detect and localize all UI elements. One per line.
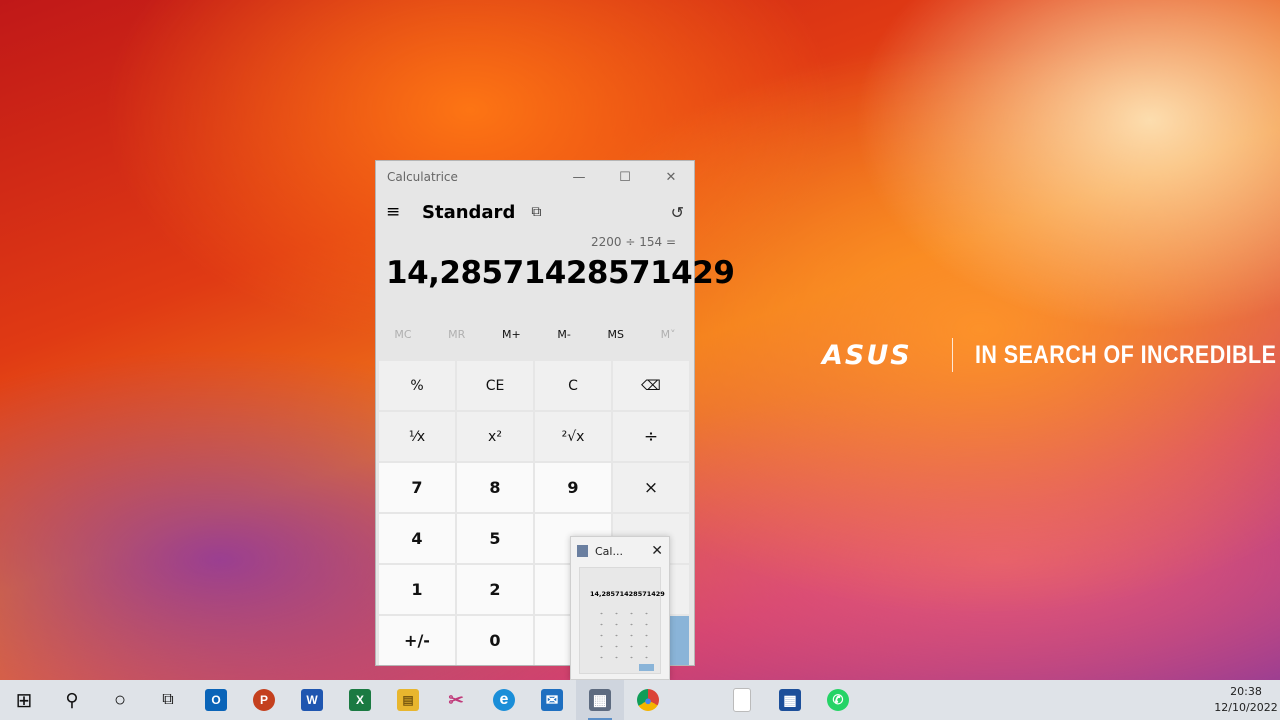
memory-recall-button[interactable]: MR — [448, 328, 465, 341]
memory-store-button[interactable]: MS — [607, 328, 623, 341]
memory-clear-button[interactable]: MC — [394, 328, 411, 341]
taskbar-mail[interactable]: ✉ — [528, 680, 576, 720]
thumbnail-close-button[interactable]: ✕ — [651, 543, 663, 559]
folder-icon: ▤ — [397, 689, 419, 711]
taskbar-word[interactable]: W — [288, 680, 336, 720]
keep-on-top-icon[interactable]: ⧉ — [531, 204, 541, 220]
digit-9-button[interactable]: 9 — [535, 463, 611, 512]
thumbnail-window-preview[interactable]: 14,28571428571429 — [579, 567, 665, 674]
clock-time: 20:38 — [1230, 685, 1262, 698]
taskbar-file-explorer[interactable]: ▤ — [384, 680, 432, 720]
backspace-button[interactable]: ⌫ — [613, 361, 689, 410]
notepad-icon: ▯ — [733, 688, 751, 712]
digit-7-button[interactable]: 7 — [379, 463, 455, 512]
snip-icon: ✂ — [448, 689, 464, 710]
word-icon: W — [301, 689, 323, 711]
square-button[interactable]: x² — [457, 412, 533, 461]
chrome-icon: ● — [637, 689, 659, 711]
edge-icon: e — [493, 689, 515, 711]
search-icon: ⚲ — [65, 689, 79, 710]
brand-divider — [951, 338, 953, 372]
digit-4-button[interactable]: 4 — [379, 514, 455, 563]
asus-logo: ASUS — [822, 339, 912, 371]
taskbar-store[interactable]: ▦ — [766, 680, 814, 720]
clock-date: 12/10/2022 — [1214, 701, 1278, 714]
taskbar-calculator[interactable]: ▦ — [576, 680, 624, 720]
memory-subtract-button[interactable]: M- — [557, 328, 570, 341]
task-view-icon: ⧉ — [162, 691, 174, 708]
taskbar-whatsapp[interactable]: ✆ — [814, 680, 862, 720]
minimize-button[interactable]: — — [556, 161, 602, 193]
taskbar-edge[interactable]: e — [480, 680, 528, 720]
calculator-icon — [577, 545, 588, 557]
window-title: Calculatrice — [387, 170, 458, 184]
taskbar-thumbnail-preview[interactable]: Cal... ✕ 14,28571428571429 — [570, 536, 670, 680]
digit-8-button[interactable]: 8 — [457, 463, 533, 512]
digit-1-button[interactable]: 1 — [379, 565, 455, 614]
calculator-header: ≡ Standard ⧉ ↺ — [376, 193, 694, 231]
negate-button[interactable]: +/- — [379, 616, 455, 665]
digit-2-button[interactable]: 2 — [457, 565, 533, 614]
clear-entry-button[interactable]: CE — [457, 361, 533, 410]
taskbar-chrome[interactable]: ● — [624, 680, 672, 720]
thumbnail-header: Cal... ✕ — [571, 537, 669, 565]
system-clock[interactable]: 20:38 12/10/2022 — [1212, 684, 1280, 716]
taskbar-notepad[interactable]: ▯ — [718, 680, 766, 720]
thumbnail-equals-key — [639, 664, 654, 671]
store-icon: ▦ — [779, 689, 801, 711]
taskbar: ⊞ ⚲ ○ ⧉ O P W X ▤ ✂ e ✉ ▦ ● ▯ ▦ ✆ 20:38 … — [0, 680, 1280, 720]
result-display: 14,28571428571429 — [386, 255, 735, 291]
close-button[interactable]: ✕ — [648, 161, 694, 193]
excel-icon: X — [349, 689, 371, 711]
maximize-button[interactable]: ☐ — [602, 161, 648, 193]
thumbnail-keypad — [594, 608, 656, 666]
mail-icon: ✉ — [541, 689, 563, 711]
thumbnail-result: 14,28571428571429 — [590, 590, 665, 598]
start-button[interactable]: ⊞ — [0, 680, 48, 720]
calculator-icon: ▦ — [589, 689, 611, 711]
taskbar-outlook[interactable]: O — [192, 680, 240, 720]
taskbar-powerpoint[interactable]: P — [240, 680, 288, 720]
digit-5-button[interactable]: 5 — [457, 514, 533, 563]
expression-display: 2200 ÷ 154 = — [591, 235, 676, 249]
brand-tagline: IN SEARCH OF INCREDIBLE — [974, 340, 1277, 369]
outlook-icon: O — [205, 689, 227, 711]
taskbar-snipping-tool[interactable]: ✂ — [432, 680, 480, 720]
cortana-icon: ○ — [113, 688, 127, 711]
hamburger-menu-icon[interactable]: ≡ — [386, 202, 412, 222]
clear-button[interactable]: C — [535, 361, 611, 410]
windows-icon: ⊞ — [15, 689, 33, 712]
powerpoint-icon: P — [253, 689, 275, 711]
desktop-branding: ASUS IN SEARCH OF INCREDIBLE — [822, 338, 1280, 372]
mode-title: Standard — [422, 201, 516, 223]
digit-0-button[interactable]: 0 — [457, 616, 533, 665]
task-view-button[interactable]: ⧉ — [144, 680, 192, 720]
reciprocal-button[interactable]: ¹⁄x — [379, 412, 455, 461]
cortana-button[interactable]: ○ — [96, 680, 144, 720]
square-root-button[interactable]: ²√x — [535, 412, 611, 461]
memory-row: MC MR M+ M- MS M˅ — [376, 323, 694, 345]
memory-list-button[interactable]: M˅ — [661, 328, 676, 341]
multiply-button[interactable]: × — [613, 463, 689, 512]
history-icon[interactable]: ↺ — [671, 203, 684, 222]
search-button[interactable]: ⚲ — [48, 680, 96, 720]
taskbar-excel[interactable]: X — [336, 680, 384, 720]
percent-button[interactable]: % — [379, 361, 455, 410]
title-bar[interactable]: Calculatrice — ☐ ✕ — [376, 161, 694, 193]
thumbnail-title: Cal... — [595, 544, 623, 558]
whatsapp-icon: ✆ — [827, 689, 849, 711]
memory-add-button[interactable]: M+ — [502, 328, 521, 341]
divide-button[interactable]: ÷ — [613, 412, 689, 461]
